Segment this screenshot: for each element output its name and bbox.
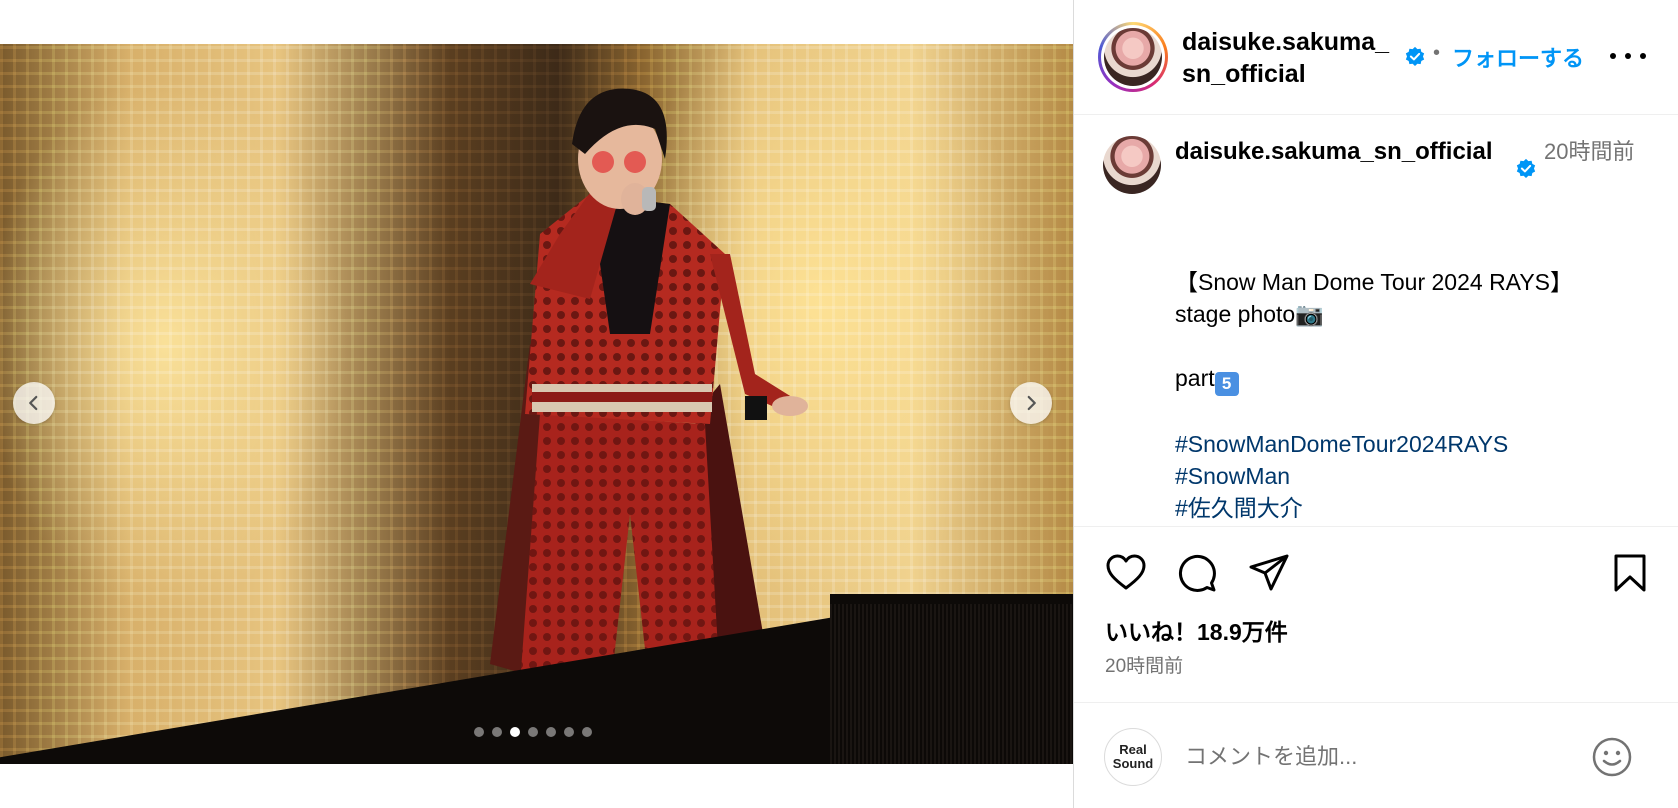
caption-line-text: #SnowManDomeTour2024RAYS bbox=[1175, 431, 1509, 457]
post-timestamp[interactable]: 20時間前 bbox=[1105, 651, 1183, 678]
stage-speaker bbox=[830, 604, 1073, 764]
post-photo[interactable] bbox=[0, 44, 1073, 764]
carousel-dot bbox=[492, 727, 502, 737]
carousel-prev-button[interactable] bbox=[13, 382, 55, 424]
like-count[interactable]: いいね！18.9万件 bbox=[1105, 613, 1288, 647]
caption-username[interactable]: daisuke.sakuma_sn_official bbox=[1175, 136, 1510, 168]
avatar-logo-line: Sound bbox=[1112, 756, 1154, 771]
separator-dot: • bbox=[1433, 42, 1441, 64]
heart-icon[interactable] bbox=[1104, 551, 1148, 595]
bookmark-icon[interactable] bbox=[1608, 551, 1652, 595]
more-icon[interactable] bbox=[1610, 44, 1646, 68]
avatar-logo-line: Real bbox=[1119, 742, 1147, 757]
carousel-next-button[interactable] bbox=[1010, 382, 1052, 424]
follow-button[interactable]: フォローする bbox=[1452, 41, 1584, 73]
carousel-dot bbox=[582, 727, 592, 737]
more-dot bbox=[1610, 53, 1616, 59]
more-dot bbox=[1625, 53, 1631, 59]
caption-author-avatar[interactable] bbox=[1103, 136, 1161, 194]
caption-line-text: part bbox=[1175, 365, 1215, 391]
avatar-frame bbox=[1101, 25, 1165, 89]
comment-input[interactable] bbox=[1185, 739, 1565, 775]
caption-line bbox=[1175, 330, 1655, 362]
action-bar: いいね！18.9万件 20時間前 bbox=[1074, 526, 1678, 696]
chevron-right-icon bbox=[1027, 395, 1036, 411]
caption-line-text: #佐久間大介 bbox=[1175, 495, 1303, 521]
chevron-left-icon bbox=[29, 395, 38, 411]
media-column bbox=[0, 0, 1073, 808]
share-icon[interactable] bbox=[1247, 551, 1291, 595]
caption-line-text: stage photo📷 bbox=[1175, 301, 1324, 327]
carousel-dot bbox=[546, 727, 556, 737]
post-side-panel: daisuke.sakuma_sn_official • フォローする dais… bbox=[1073, 0, 1678, 808]
caption-area: daisuke.sakuma_sn_official 20時間前 【Snow M… bbox=[1074, 116, 1678, 526]
caption-line-text: #SnowMan bbox=[1175, 463, 1291, 489]
author-avatar bbox=[1104, 28, 1162, 86]
caption-line: 【Snow Man Dome Tour 2024 RAYS】 bbox=[1175, 266, 1655, 298]
more-dot bbox=[1640, 53, 1646, 59]
hashtag-link[interactable]: #SnowManDomeTour2024RAYS bbox=[1175, 428, 1655, 460]
verified-icon bbox=[1516, 158, 1536, 178]
add-comment-section: Real Sound bbox=[1074, 702, 1678, 808]
author-username[interactable]: daisuke.sakuma_sn_official bbox=[1182, 26, 1397, 90]
carousel-dot bbox=[474, 727, 484, 737]
caption-text: 【Snow Man Dome Tour 2024 RAYS】 stage phot… bbox=[1175, 266, 1655, 524]
carousel-dot bbox=[510, 727, 520, 737]
carousel-indicator bbox=[474, 727, 592, 737]
keycap-emoji: 5 bbox=[1214, 372, 1239, 396]
carousel-dot bbox=[528, 727, 538, 737]
comment-icon[interactable] bbox=[1175, 551, 1219, 595]
caption-line-text: 【Snow Man Dome Tour 2024 RAYS】 bbox=[1175, 269, 1573, 295]
hashtag-link[interactable]: #佐久間大介 bbox=[1175, 492, 1655, 524]
caption-line bbox=[1175, 396, 1655, 428]
author-story-ring[interactable] bbox=[1098, 22, 1168, 92]
verified-icon bbox=[1405, 46, 1425, 66]
post-header: daisuke.sakuma_sn_official • フォローする bbox=[1074, 0, 1678, 115]
caption-line: stage photo📷 bbox=[1175, 298, 1655, 330]
hashtag-link[interactable]: #SnowMan bbox=[1175, 460, 1655, 492]
current-user-avatar: Real Sound bbox=[1104, 728, 1162, 786]
carousel-dot bbox=[564, 727, 574, 737]
emoji-icon[interactable] bbox=[1591, 736, 1633, 778]
caption-timestamp: 20時間前 bbox=[1544, 139, 1635, 164]
caption-line: part 5 bbox=[1175, 362, 1655, 396]
